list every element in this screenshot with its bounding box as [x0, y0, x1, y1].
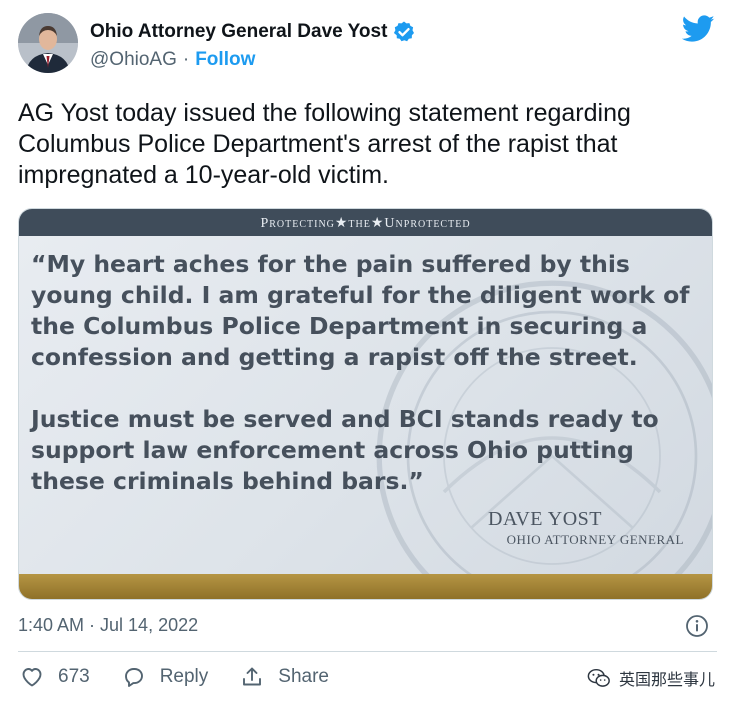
separator-dot: ·	[182, 49, 190, 70]
twitter-bird-icon[interactable]	[682, 15, 715, 43]
author-name[interactable]: Ohio Attorney General Dave Yost	[90, 21, 387, 43]
signature-name: DAVE YOST	[488, 508, 602, 530]
card-gold-footer-bar	[19, 574, 712, 599]
avatar-portrait	[18, 13, 78, 73]
card-body: “My heart aches for the pain suffered by…	[19, 236, 712, 599]
like-count: 673	[58, 666, 90, 687]
author-name-row: Ohio Attorney General Dave Yost	[90, 20, 416, 44]
watermark-text: 英国那些事儿	[618, 670, 715, 689]
tweet-text: AG Yost today issued the following state…	[18, 99, 631, 189]
signature-title: OHIO ATTORNEY GENERAL	[506, 532, 684, 547]
wechat-watermark: 英国那些事儿	[587, 666, 715, 690]
author-handle[interactable]: @OhioAG	[90, 49, 177, 71]
wechat-logo-icon	[587, 668, 610, 687]
author-handle-row: @OhioAG · Follow	[90, 49, 255, 71]
card-header-banner: Protecting★the★Unprotected	[19, 209, 712, 236]
heart-icon	[22, 668, 42, 687]
tweet-timestamp[interactable]: 1:40 AM · Jul 14, 2022	[18, 615, 198, 636]
share-label: Share	[278, 666, 329, 687]
statement-image-card[interactable]: Protecting★the★Unprotected “My heart ach…	[18, 208, 713, 600]
tweet-actions: 673 Reply Share	[20, 665, 361, 689]
avatar[interactable]	[18, 13, 78, 73]
statement-quote: “My heart aches for the pain suffered by…	[31, 249, 701, 497]
share-button[interactable]: Share	[240, 665, 329, 689]
follow-button[interactable]: Follow	[195, 49, 255, 71]
like-button[interactable]: 673	[20, 665, 90, 689]
quote-paragraph-1: “My heart aches for the pain suffered by…	[31, 250, 690, 371]
verified-badge-icon	[394, 21, 415, 42]
share-upload-icon	[243, 667, 262, 686]
reply-label: Reply	[159, 666, 209, 687]
reply-button[interactable]: Reply	[122, 665, 209, 689]
reply-bubble-icon	[124, 668, 143, 687]
divider	[18, 651, 717, 652]
info-icon[interactable]	[685, 614, 709, 638]
quote-paragraph-2: Justice must be served and BCI stands re…	[31, 405, 659, 495]
